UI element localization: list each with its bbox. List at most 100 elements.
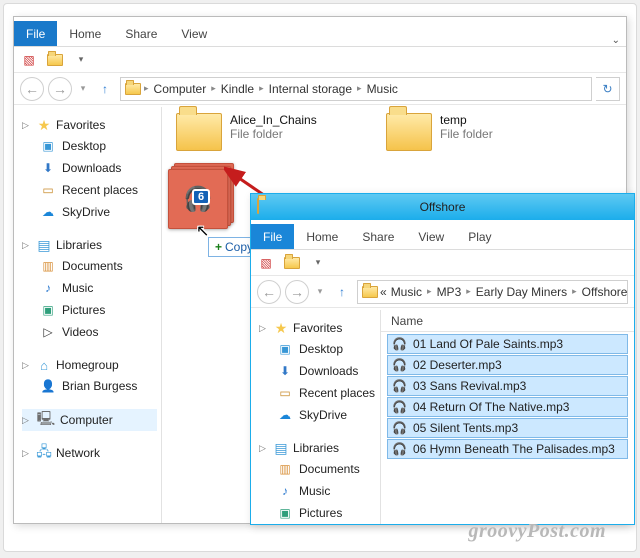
ribbon-tab-home[interactable]: Home (57, 21, 113, 46)
cloud-icon: ☁ (40, 204, 56, 220)
nav-downloads[interactable]: ⬇Downloads (22, 157, 157, 179)
content-pane[interactable]: Name 🎧01 Land Of Pale Saints.mp3 🎧02 Des… (381, 310, 634, 524)
ribbon: File Home Share View Play (251, 220, 634, 250)
nav-favorites-header[interactable]: ▷★Favorites (22, 115, 157, 135)
nav-pane: ▷★Favorites ▣Desktop ⬇Downloads ▭Recent … (251, 310, 381, 524)
address-bar[interactable]: « Music▸ MP3▸ Early Day Miners▸ Offshore (357, 280, 628, 304)
crumb-music[interactable]: Music (389, 285, 424, 299)
nav-favorites-header[interactable]: ▷★Favorites (259, 318, 376, 338)
nav-documents[interactable]: ▥Documents (22, 255, 157, 277)
nav-skydrive[interactable]: ☁SkyDrive (259, 404, 376, 426)
crumb-internal-storage[interactable]: Internal storage (267, 82, 354, 96)
file-row[interactable]: 🎧05 Silent Tents.mp3 (387, 418, 628, 438)
ribbon-tab-share[interactable]: Share (113, 21, 169, 46)
desktop-icon: ▣ (277, 341, 293, 357)
ribbon-tab-view[interactable]: View (406, 224, 456, 249)
nav-videos[interactable]: ▷Videos (22, 321, 157, 343)
ribbon-tab-file[interactable]: File (251, 224, 294, 249)
back-button[interactable]: ← (20, 77, 44, 101)
history-dropdown-icon[interactable]: ▾ (76, 77, 90, 101)
videos-icon: ▷ (40, 324, 56, 340)
recent-icon: ▭ (277, 385, 293, 401)
column-header-name[interactable]: Name (381, 310, 634, 332)
nav-desktop[interactable]: ▣Desktop (22, 135, 157, 157)
drag-count-badge: 6 (192, 189, 210, 205)
nav-documents[interactable]: ▥Documents (259, 458, 376, 480)
ribbon-tab-share[interactable]: Share (350, 224, 406, 249)
file-list: 🎧01 Land Of Pale Saints.mp3 🎧02 Deserter… (387, 334, 628, 460)
folder-temp[interactable]: tempFile folder (386, 113, 493, 151)
audio-icon: 🎧 (392, 400, 407, 414)
folder-icon (176, 113, 222, 151)
nav-pictures[interactable]: ▣Pictures (22, 299, 157, 321)
nav-libraries-header[interactable]: ▷▤Libraries (22, 235, 157, 255)
nav-music[interactable]: ♪Music (22, 277, 157, 299)
nav-skydrive[interactable]: ☁SkyDrive (22, 201, 157, 223)
properties-icon[interactable]: ▧ (255, 253, 277, 273)
nav-libraries-header[interactable]: ▷▤Libraries (259, 438, 376, 458)
download-icon: ⬇ (40, 160, 56, 176)
crumb-kindle[interactable]: Kindle (219, 82, 256, 96)
properties-icon[interactable]: ▧ (18, 50, 40, 70)
nav-row: ← → ▾ ↑ ▸ Computer▸ Kindle▸ Internal sto… (14, 73, 626, 105)
ribbon: File Home Share View ⌄ (14, 17, 626, 47)
up-button[interactable]: ↑ (94, 78, 116, 100)
nav-pictures[interactable]: ▣Pictures (259, 502, 376, 524)
qat-dropdown-icon[interactable]: ▾ (307, 253, 329, 273)
libraries-icon: ▤ (273, 440, 289, 456)
person-icon: 👤 (40, 378, 56, 394)
nav-recent-places[interactable]: ▭Recent places (259, 382, 376, 404)
nav-pane: ▷★Favorites ▣Desktop ⬇Downloads ▭Recent … (14, 107, 162, 523)
audio-icon: 🎧 (392, 358, 407, 372)
crumb-computer[interactable]: Computer (152, 82, 209, 96)
ribbon-tab-home[interactable]: Home (294, 224, 350, 249)
explorer-sub-window: Offshore File Home Share View Play ▧ ▾ ←… (250, 193, 635, 525)
title-bar[interactable]: Offshore (251, 194, 634, 220)
forward-button[interactable]: → (285, 280, 309, 304)
crumb-early-day-miners[interactable]: Early Day Miners (474, 285, 569, 299)
new-folder-icon[interactable] (281, 253, 303, 273)
star-icon: ★ (273, 320, 289, 336)
crumb-music[interactable]: Music (365, 82, 400, 96)
file-row[interactable]: 🎧06 Hymn Beneath The Palisades.mp3 (387, 439, 628, 459)
nav-recent-places[interactable]: ▭Recent places (22, 179, 157, 201)
ribbon-tab-play[interactable]: Play (456, 224, 503, 249)
nav-homegroup-header[interactable]: ▷⌂Homegroup (22, 355, 157, 375)
file-row[interactable]: 🎧02 Deserter.mp3 (387, 355, 628, 375)
folder-icon (386, 113, 432, 151)
crumb-mp3[interactable]: MP3 (435, 285, 464, 299)
recent-icon: ▭ (40, 182, 56, 198)
quick-access-toolbar: ▧ ▾ (251, 250, 634, 276)
qat-dropdown-icon[interactable]: ▾ (70, 50, 92, 70)
up-button[interactable]: ↑ (331, 281, 353, 303)
history-dropdown-icon[interactable]: ▾ (313, 280, 327, 304)
music-icon: ♪ (277, 483, 293, 499)
crumb-offshore[interactable]: Offshore (580, 285, 628, 299)
nav-network[interactable]: ▷🖧Network (22, 443, 157, 463)
network-icon: 🖧 (36, 445, 52, 461)
cloud-icon: ☁ (277, 407, 293, 423)
crumb-overflow[interactable]: « (378, 285, 389, 299)
nav-computer[interactable]: ▷🖳Computer (22, 409, 157, 431)
nav-downloads[interactable]: ⬇Downloads (259, 360, 376, 382)
ribbon-tab-file[interactable]: File (14, 21, 57, 46)
address-bar[interactable]: ▸ Computer▸ Kindle▸ Internal storage▸ Mu… (120, 77, 592, 101)
ribbon-collapse-icon[interactable]: ⌄ (612, 35, 620, 46)
drag-ghost: 🎧 6 ↖ +Copy (168, 163, 234, 229)
nav-desktop[interactable]: ▣Desktop (259, 338, 376, 360)
file-row[interactable]: 🎧03 Sans Revival.mp3 (387, 376, 628, 396)
music-icon: ♪ (40, 280, 56, 296)
pictures-icon: ▣ (40, 302, 56, 318)
file-row[interactable]: 🎧04 Return Of The Native.mp3 (387, 397, 628, 417)
back-button[interactable]: ← (257, 280, 281, 304)
forward-button[interactable]: → (48, 77, 72, 101)
nav-music[interactable]: ♪Music (259, 480, 376, 502)
folder-alice-in-chains[interactable]: Alice_In_ChainsFile folder (176, 113, 317, 151)
refresh-button[interactable]: ↻ (596, 77, 620, 101)
desktop-icon: ▣ (40, 138, 56, 154)
nav-user[interactable]: 👤Brian Burgess (22, 375, 157, 397)
plus-icon: + (215, 240, 222, 254)
ribbon-tab-view[interactable]: View (169, 21, 219, 46)
new-folder-icon[interactable] (44, 50, 66, 70)
file-row[interactable]: 🎧01 Land Of Pale Saints.mp3 (387, 334, 628, 354)
